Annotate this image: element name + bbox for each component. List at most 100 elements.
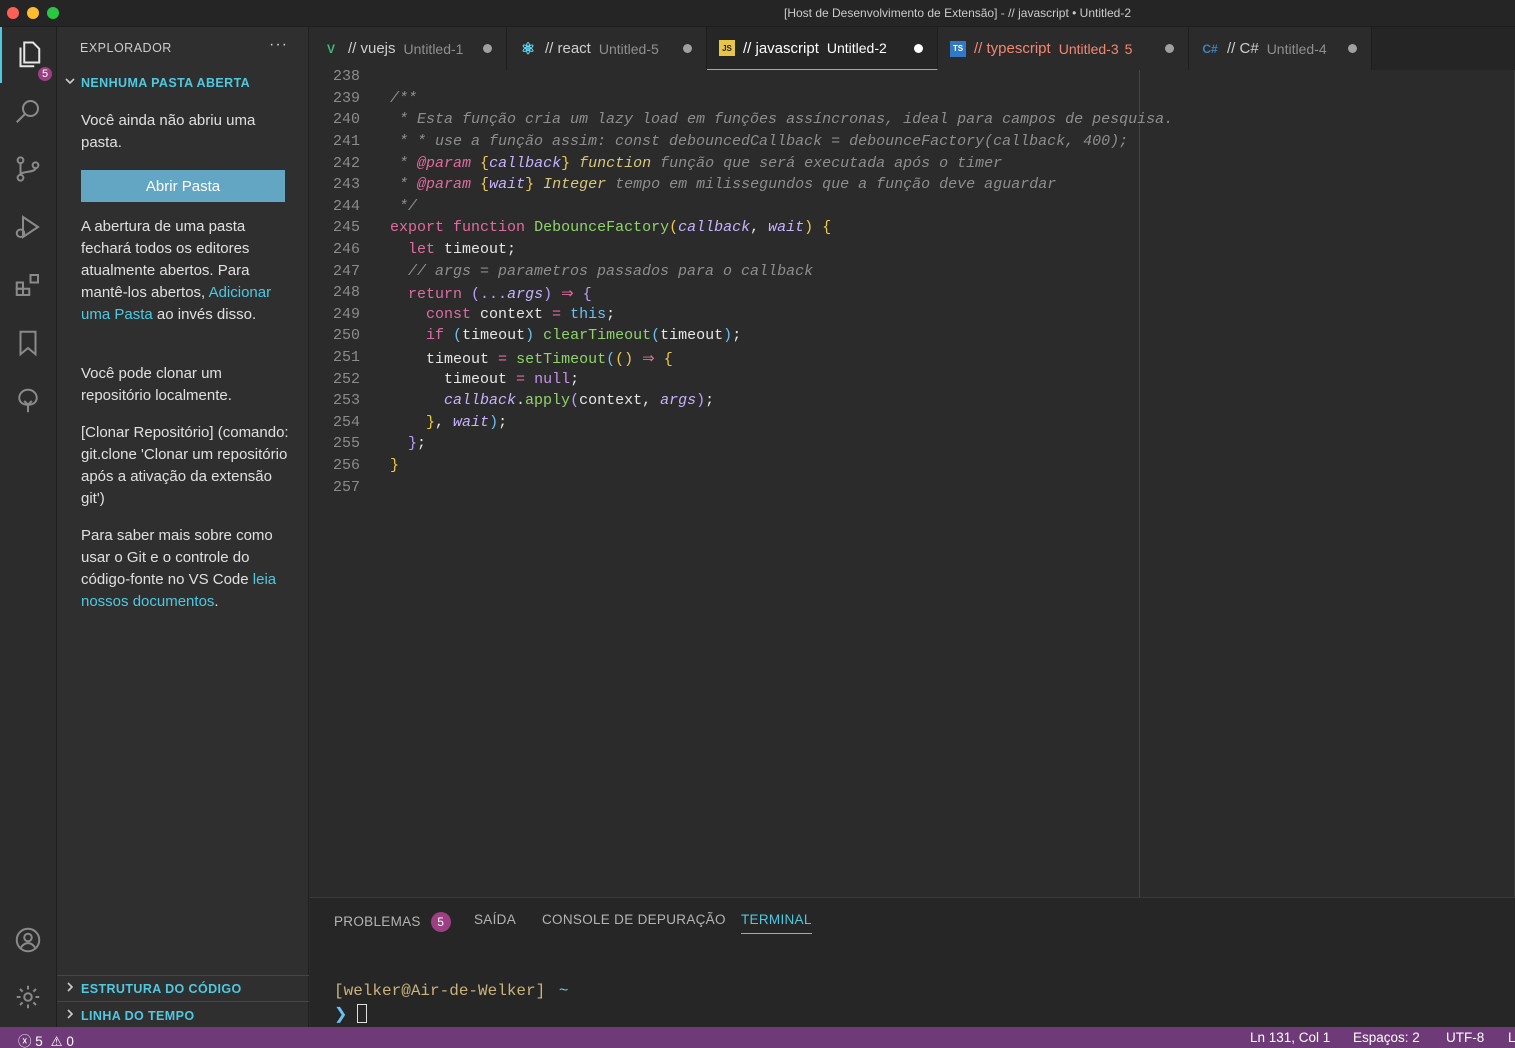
line-number: 241 [332,133,360,150]
terminal-input-line[interactable]: ❯ [334,1004,368,1024]
line-number: 245 [332,219,360,236]
status-bar: ⓧ 5 ⚠ 0 Ln 131, Col 1 Espaços: 2 UTF-8 L [0,1027,1515,1048]
unsaved-dot-icon[interactable] [483,44,492,53]
unsaved-dot-icon[interactable] [1165,44,1174,53]
prompt-path: ~ [558,982,569,1000]
code-line: return (...args) ⇒ { [408,286,592,303]
code-line: } [390,457,400,474]
tab-typescript[interactable]: TS // typescript Untitled-3 5 [938,27,1189,70]
more-actions-button[interactable]: ··· [269,36,288,54]
section-label: LINHA DO TEMPO [81,1009,195,1023]
tab-terminal[interactable]: TERMINAL [741,912,812,934]
line-number: 251 [332,349,360,366]
tab-vuejs[interactable]: V // vuejs Untitled-1 [310,27,507,70]
cursor-position[interactable]: Ln 131, Col 1 [1250,1030,1330,1045]
tab-label: PROBLEMAS [334,914,421,929]
bookmarks-button[interactable] [8,323,48,363]
files-icon [19,41,41,68]
open-folder-button[interactable]: Abrir Pasta [81,170,285,202]
problem-count: 5 [1124,40,1133,57]
problems-badge: 5 [430,912,451,932]
line-number: 252 [332,371,360,388]
chevron-right-icon [64,981,76,993]
code-line: timeout = null; [390,371,580,388]
tab-debug-console[interactable]: CONSOLE DE DEPURAÇÃO [542,912,726,927]
account-icon [15,927,41,953]
tab-react[interactable]: ⚛ // react Untitled-5 [507,27,707,70]
tab-csharp[interactable]: C# // C# Untitled-4 [1189,27,1372,70]
unsaved-dot-icon[interactable] [683,44,692,53]
tab-label: // typescript [974,40,1051,57]
settings-button[interactable] [8,977,48,1017]
column-ruler [1139,70,1140,897]
tab-label: // javascript [743,39,819,57]
window-title: [Host de Desenvolvimento de Extensão] - … [783,6,1132,20]
explorer-sidebar: EXPLORADOR ··· NENHUMA PASTA ABERTA Você… [57,27,309,1027]
code-editor[interactable]: 238 239 240 241 242 243 244 245 246 247 … [310,68,1515,897]
explorer-badge: 5 [36,65,54,83]
title-bar: [Host de Desenvolvimento de Extensão] - … [0,0,1515,27]
tab-filename: Untitled-3 [1058,40,1119,57]
search-button[interactable] [8,91,48,131]
bottom-panel: PROBLEMAS 5 SAÍDA CONSOLE DE DEPURAÇÃO TE… [310,897,1515,1027]
source-control-icon [16,156,40,182]
active-indicator [0,27,2,83]
line-number: 255 [332,435,360,452]
line-number: 256 [332,457,360,474]
editor-tabs: V // vuejs Untitled-1 ⚛ // react Untitle… [310,27,1515,70]
unsaved-dot-icon[interactable] [914,44,923,53]
language-status[interactable]: L [1508,1030,1515,1045]
code-line: /** [390,90,418,107]
line-number: 247 [332,263,360,280]
section-label: ESTRUTURA DO CÓDIGO [81,982,242,996]
divider [57,975,309,976]
extensions-icon [15,274,39,296]
source-control-button[interactable] [8,149,48,189]
extensions-button[interactable] [8,265,48,305]
code-line: export function DebounceFactory(callback… [390,219,832,236]
code-line: * Esta função cria um lazy load em funçõ… [390,111,1174,128]
line-number: 250 [332,327,360,344]
indentation-status[interactable]: Espaços: 2 [1353,1030,1420,1045]
tab-filename: Untitled-5 [598,40,659,57]
tab-javascript[interactable]: JS // javascript Untitled-2 [707,27,938,70]
code-line: // args = parametros passados para o cal… [390,263,814,280]
explorer-button[interactable]: 5 [8,35,54,83]
section-outline[interactable]: ESTRUTURA DO CÓDIGO [57,979,309,1003]
warning-count: 0 [66,1034,74,1048]
learn-more-message: Para saber mais sobre como usar o Git e … [81,525,291,613]
tab-filename: Untitled-4 [1266,40,1327,57]
run-debug-button[interactable] [8,207,48,247]
clone-message: Você pode clonar um repositório localmen… [81,365,232,404]
no-folder-message: Você ainda não abriu uma pasta. [81,112,256,151]
encoding-status[interactable]: UTF-8 [1446,1030,1484,1045]
learn-text-end: . [214,593,219,610]
terminal-prompt[interactable]: [welker@Air-de-Welker] ~ [334,982,568,1000]
section-label: NENHUMA PASTA ABERTA [81,76,251,90]
remote-explorer-button[interactable] [8,381,48,421]
warning-icon: ⚠ [50,1034,63,1048]
section-no-folder[interactable]: NENHUMA PASTA ABERTA [57,73,309,97]
sidebar-title: EXPLORADOR [80,41,172,55]
search-icon [16,100,39,123]
problems-status[interactable]: ⓧ 5 ⚠ 0 [18,1030,74,1048]
javascript-icon: JS [719,40,735,56]
accounts-button[interactable] [8,920,48,960]
code-line: }, wait); [426,414,508,431]
clone-command-text: [Clonar Repositório] (comando: git.clone… [81,424,289,507]
prompt-user: [welker@Air-de-Welker] [334,982,546,1000]
tab-output[interactable]: SAÍDA [474,912,516,927]
warning-text-end: ao invés disso. [152,306,257,323]
tree-icon [18,388,38,413]
gear-icon [16,985,40,1009]
line-number: 243 [332,176,360,193]
chevron-right-icon [64,1008,76,1020]
chevron-down-icon [64,75,76,87]
tab-problems[interactable]: PROBLEMAS 5 [334,912,451,932]
tab-label: // react [545,40,591,57]
line-number: 240 [332,111,360,128]
line-number: 249 [332,306,360,323]
learn-text: Para saber mais sobre como usar o Git e … [81,527,273,588]
line-gutter: 238 239 240 241 242 243 244 245 246 247 … [310,68,390,897]
unsaved-dot-icon[interactable] [1348,44,1357,53]
